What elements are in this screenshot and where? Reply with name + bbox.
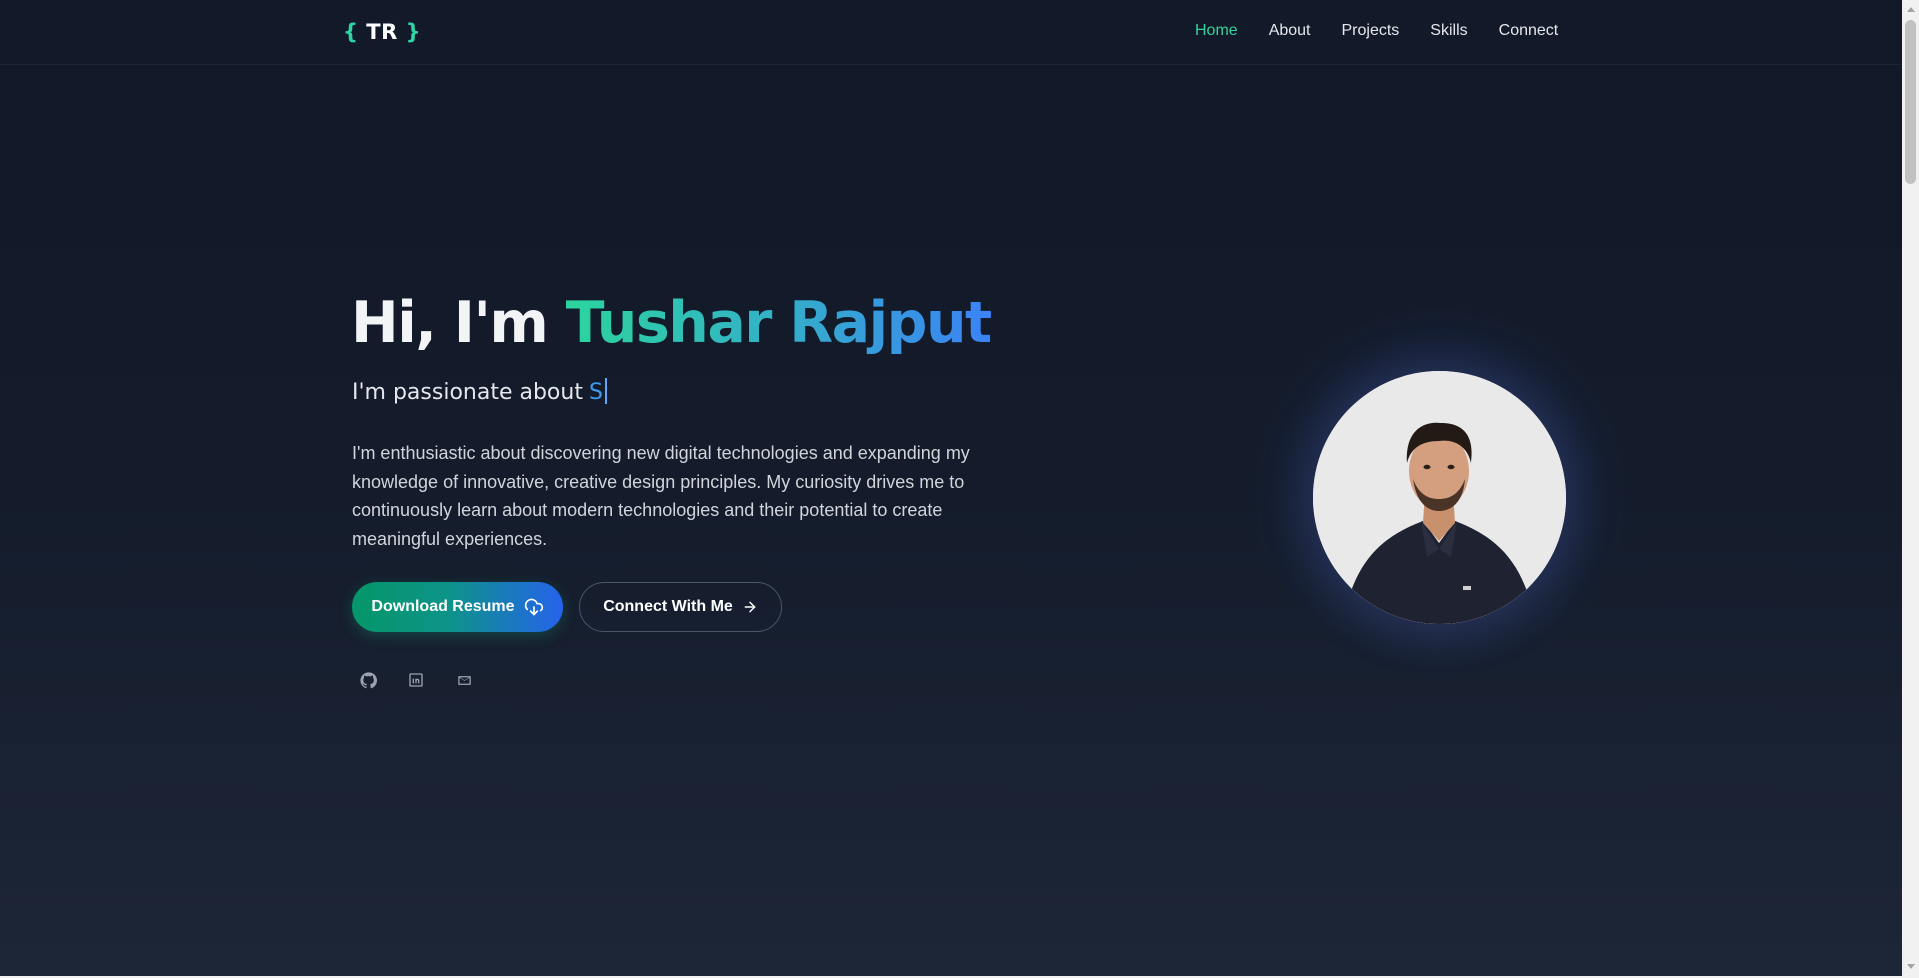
hero-name: Tushar Rajput <box>565 290 993 356</box>
hero-subtitle: I'm passionate about S <box>352 378 607 405</box>
profile-photo <box>1313 371 1566 624</box>
site-logo[interactable]: { TR } <box>343 20 421 44</box>
hero-bio: I'm enthusiastic about discovering new d… <box>352 443 970 549</box>
cloud-download-icon <box>524 597 544 617</box>
logo-open-brace: { <box>343 20 359 44</box>
nav-link-skills[interactable]: Skills <box>1430 22 1467 40</box>
nav-link-connect[interactable]: Connect <box>1499 22 1559 40</box>
logo-initials: TR <box>366 20 398 44</box>
subtitle-prefix: I'm passionate about <box>352 380 583 405</box>
social-links <box>358 670 502 690</box>
download-resume-button[interactable]: Download Resume <box>352 582 563 632</box>
hero-greeting: Hi, I'm <box>351 290 566 356</box>
arrow-right-icon <box>742 599 758 615</box>
nav-link-home[interactable]: Home <box>1195 22 1238 40</box>
scroll-down-arrow-icon[interactable] <box>1905 960 1916 972</box>
nav-link-projects[interactable]: Projects <box>1342 22 1400 40</box>
mail-icon[interactable] <box>454 670 474 690</box>
typing-cursor <box>604 378 607 404</box>
hero-heading: Hi, I'm Tushar Rajput <box>351 290 993 356</box>
main-nav: Home About Projects Skills Connect <box>1195 22 1589 40</box>
connect-with-me-button[interactable]: Connect With Me <box>579 582 782 632</box>
github-icon[interactable] <box>358 670 378 690</box>
scrollbar-thumb[interactable] <box>1905 20 1916 184</box>
page-viewport: { TR } Home About Projects Skills Connec… <box>0 0 1902 978</box>
download-resume-label: Download Resume <box>371 598 515 615</box>
linkedin-icon[interactable] <box>406 670 426 690</box>
typed-text: S <box>588 380 603 405</box>
nav-link-about[interactable]: About <box>1269 22 1311 40</box>
connect-with-me-label: Connect With Me <box>603 598 733 615</box>
logo-close-brace: } <box>405 20 422 44</box>
scroll-up-arrow-icon[interactable] <box>1905 3 1916 15</box>
top-navbar: { TR } Home About Projects Skills Connec… <box>0 0 1902 65</box>
